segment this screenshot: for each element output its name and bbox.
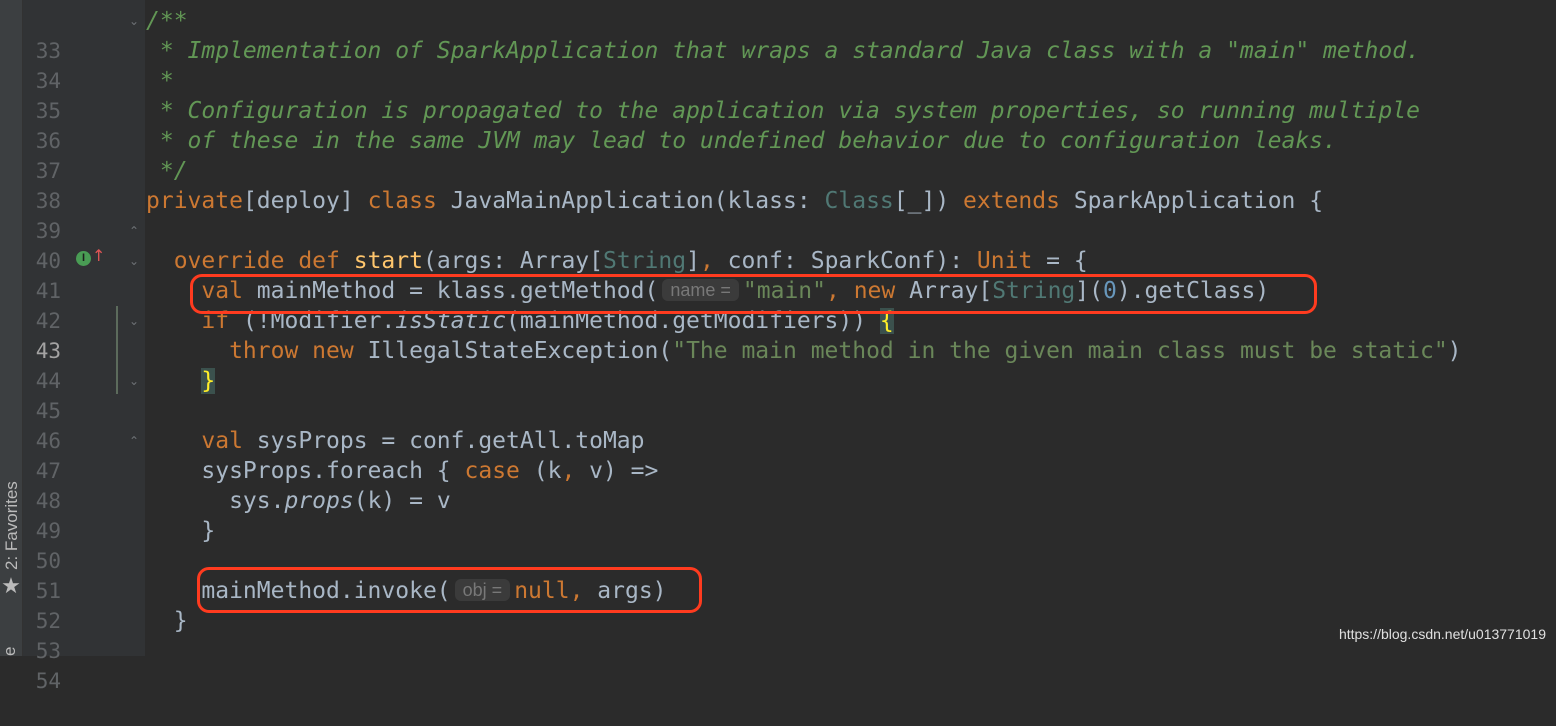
code-line: 49 sys.props(k) = v	[0, 486, 1556, 543]
code-line: 37 * of these in the same JVM may lead t…	[0, 126, 1556, 183]
code-line: 38 ⌃ */	[0, 156, 1556, 238]
code-text: *	[146, 68, 174, 94]
matched-brace: }	[201, 368, 216, 394]
code-line: 44 throw new IllegalStateException("The …	[0, 336, 1556, 393]
code-line: 39 ⌄ private[deploy] class JavaMainAppli…	[0, 186, 1556, 268]
watermark: https://blog.csdn.net/u013771019	[1338, 626, 1546, 642]
code-text: private[deploy] class JavaMainApplicatio…	[146, 188, 1324, 214]
highlight-box-getmethod	[190, 274, 1317, 314]
highlight-box-invoke	[197, 567, 702, 613]
code-line: 34 * Implementation of SparkApplication …	[0, 36, 1556, 93]
code-text: }	[146, 608, 188, 634]
code-text: * Configuration is propagated to the app…	[146, 98, 1420, 124]
code-text: sys.props(k) = v	[146, 488, 451, 514]
code-text: }	[146, 366, 216, 396]
code-text: }	[146, 518, 216, 544]
code-text: override def start(args: Array[String], …	[146, 248, 1088, 274]
code-text: throw new IllegalStateException("The mai…	[146, 338, 1462, 364]
code-line: 36 * Configuration is propagated to the …	[0, 96, 1556, 153]
code-text: /**	[146, 8, 188, 34]
code-line: 41 ⌄ override def start(args: Array[Stri…	[0, 246, 1556, 328]
code-line: 47 val sysProps = conf.getAll.toMap	[0, 426, 1556, 483]
code-line: 54	[0, 636, 1556, 693]
code-text: sysProps.foreach { case (k, v) =>	[146, 458, 659, 484]
code-text: * of these in the same JVM may lead to u…	[146, 128, 1337, 154]
code-line: 33 ⌄ /**	[0, 6, 1556, 63]
code-line: 46	[0, 396, 1556, 453]
code-text: * Implementation of SparkApplication tha…	[146, 38, 1420, 64]
code-text: val sysProps = conf.getAll.toMap	[146, 428, 645, 454]
code-text: */	[146, 158, 188, 184]
code-line: 35 *	[0, 66, 1556, 123]
fold-open-icon[interactable]: ⌄	[128, 6, 140, 36]
code-line: 50 }	[0, 516, 1556, 573]
line-number: 54	[35, 669, 61, 693]
code-line: 48 sysProps.foreach { case (k, v) =>	[0, 456, 1556, 513]
code-line: 45 ⌃ }	[0, 366, 1556, 448]
code-line: 40	[0, 216, 1556, 273]
